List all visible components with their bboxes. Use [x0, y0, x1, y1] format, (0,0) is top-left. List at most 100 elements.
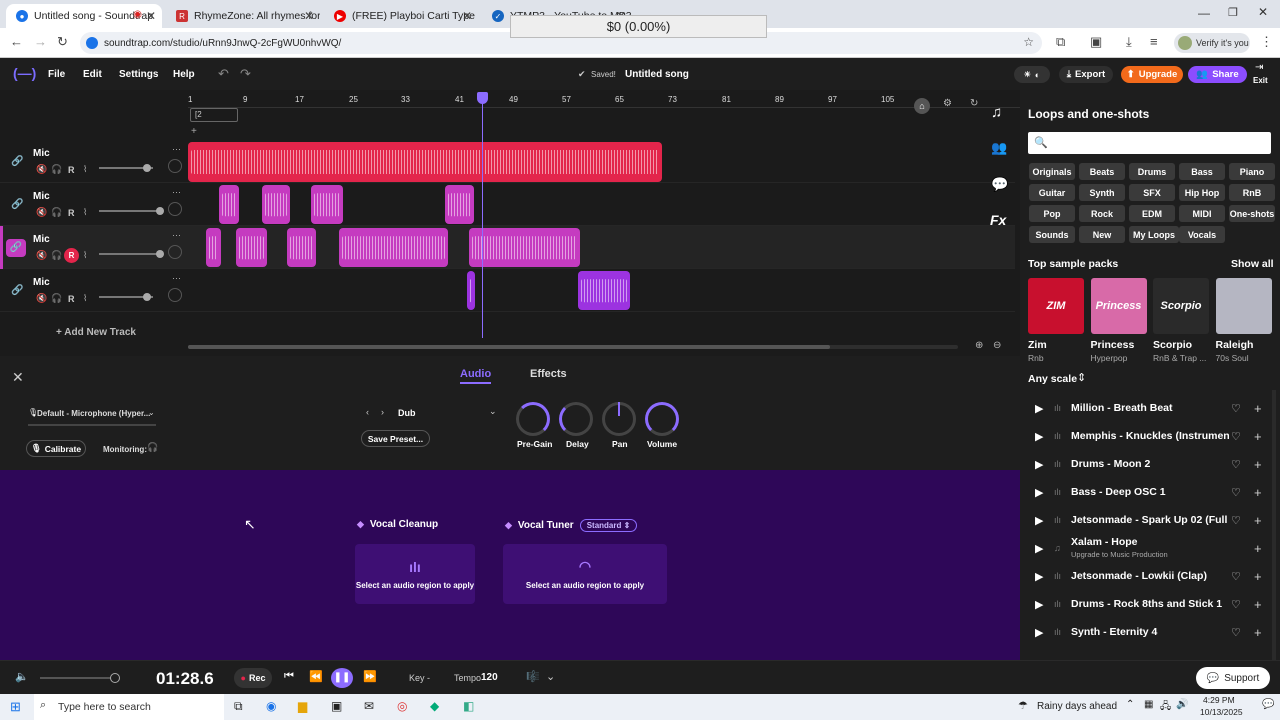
headphones-icon[interactable]: 🎧	[51, 164, 62, 175]
add-marker-icon[interactable]: +	[191, 126, 197, 137]
play-icon[interactable]: ▶	[1035, 626, 1043, 639]
play-icon[interactable]: ▶	[1035, 402, 1043, 415]
mute-icon[interactable]: 🔇	[36, 293, 47, 304]
volume-slider[interactable]	[99, 164, 153, 172]
rewind-icon[interactable]: ⏪	[309, 670, 323, 683]
pack-name[interactable]: Raleigh	[1216, 339, 1254, 351]
zoom-out-icon[interactable]: ⊖	[993, 340, 1001, 351]
automation-icon[interactable]: ⌇	[83, 293, 87, 304]
audio-clip[interactable]	[578, 271, 630, 310]
pause-button[interactable]: ❚❚	[331, 668, 353, 688]
volume-knob[interactable]	[645, 402, 679, 436]
speaker-icon[interactable]: 🔈	[15, 670, 29, 683]
loop-item[interactable]: ▶ ılı Bass - Deep OSC 1 ♡ +	[1020, 478, 1280, 506]
link-icon[interactable]: 🔗	[11, 199, 23, 210]
pre-gain-knob[interactable]	[516, 402, 550, 436]
audio-clip[interactable]	[236, 228, 267, 267]
category-chip[interactable]: Beats	[1079, 163, 1125, 180]
close-window-icon[interactable]: ✕	[1258, 5, 1268, 19]
support-button[interactable]: 💬 Support	[1196, 667, 1270, 689]
audio-clip[interactable]	[339, 228, 448, 267]
category-chip[interactable]: Synth	[1079, 184, 1125, 201]
category-chip[interactable]: Hip Hop	[1179, 184, 1225, 201]
horizontal-scrollbar[interactable]	[188, 345, 958, 349]
volume-icon[interactable]: 🔊	[1176, 699, 1188, 710]
add-icon[interactable]: +	[1254, 429, 1262, 444]
notifications-icon[interactable]: 💬	[1262, 699, 1274, 710]
audio-clip[interactable]	[469, 228, 580, 267]
chevron-down-icon[interactable]: ⌄	[148, 408, 155, 417]
volume-slider-handle[interactable]	[143, 293, 151, 301]
soundtrap-logo-icon[interactable]: (—)	[13, 65, 36, 81]
fx-icon[interactable]: Fx	[990, 212, 1006, 228]
category-chip[interactable]: New	[1079, 226, 1125, 243]
loop-item[interactable]: ▶ ılı Memphis - Knuckles (Instrumental) ♡ +	[1020, 422, 1280, 450]
master-volume-handle[interactable]	[110, 673, 120, 683]
track-row-selected[interactable]: 🔗 Mic ⋯ 🔇 🎧 R ⌇	[0, 226, 1015, 269]
pack-name[interactable]: Scorpio	[1153, 339, 1192, 351]
track-row[interactable]: 🔗 Mic ⋯ 🔇 🎧 R ⌇	[0, 183, 1015, 226]
category-chip[interactable]: Bass	[1179, 163, 1225, 180]
input-device-select[interactable]: Default - Microphone (Hyper...	[37, 409, 150, 418]
loop-item[interactable]: ▶ ılı Jetsonmade - Lowkii (Clap) ♡ +	[1020, 562, 1280, 590]
pack-cover[interactable]	[1215, 278, 1272, 334]
skip-to-start-icon[interactable]: ⏮	[284, 670, 294, 683]
audio-clip[interactable]	[188, 142, 662, 182]
zoom-in-icon[interactable]: ⊕	[975, 340, 983, 351]
track-name[interactable]: Mic	[33, 234, 50, 245]
playhead[interactable]	[482, 96, 483, 338]
headphones-icon[interactable]: 🎧	[51, 207, 62, 218]
media-icon[interactable]: ▣	[1090, 34, 1102, 50]
profile-button[interactable]: Verify it's you	[1174, 33, 1250, 53]
heart-icon[interactable]: ♡	[1231, 598, 1241, 611]
track-row[interactable]: 🔗 Mic ⋯ 🔇 🎧 R ⌇	[0, 140, 1015, 183]
track-header[interactable]: 🔗 Mic ⋯ 🔇 🎧 R ⌇	[0, 269, 186, 312]
gear-icon[interactable]: ⚙	[943, 98, 952, 109]
vocal-tuner-card[interactable]: ◠ Select an audio region to apply	[503, 544, 667, 604]
show-all-link[interactable]: Show all	[1231, 258, 1274, 270]
category-chip[interactable]: Pop	[1029, 205, 1075, 222]
export-button[interactable]: ⤓ Export	[1059, 66, 1113, 83]
task-view-icon[interactable]: ⧉	[234, 699, 243, 714]
add-icon[interactable]: +	[1254, 401, 1262, 416]
pan-knob[interactable]	[168, 288, 182, 302]
tray-app-icon[interactable]: ▦	[1144, 699, 1153, 710]
track-menu-icon[interactable]: ⋯	[172, 144, 181, 155]
play-icon[interactable]: ▶	[1035, 514, 1043, 527]
play-icon[interactable]: ▶	[1035, 570, 1043, 583]
close-panel-icon[interactable]: ✕	[12, 369, 24, 386]
heart-icon[interactable]: ♡	[1231, 626, 1241, 639]
collaborators-icon[interactable]: 👥	[991, 140, 1007, 156]
audio-clip[interactable]	[467, 271, 475, 310]
category-chip[interactable]: Drums	[1129, 163, 1175, 180]
timeline-ruler[interactable]: 1 9 17 25 33 41 49 57 65 73 81 89 97 105	[188, 90, 1020, 108]
clock-date[interactable]: 10/13/2025	[1200, 707, 1243, 717]
audio-clip[interactable]	[219, 185, 239, 224]
heart-icon[interactable]: ♡	[1231, 458, 1241, 471]
sort-arrows-icon[interactable]: ⇕	[1077, 371, 1086, 384]
menu-settings[interactable]: Settings	[119, 69, 158, 80]
taskbar-search[interactable]: ⌕ Type here to search	[34, 694, 224, 720]
category-chip[interactable]: Guitar	[1029, 184, 1075, 201]
tab-soundtrap[interactable]: ● Untitled song - Soundtrap ◉ ✕	[6, 4, 162, 28]
audio-clip[interactable]	[311, 185, 343, 224]
close-tab-icon[interactable]: ✕	[146, 9, 156, 23]
playhead-handle[interactable]	[477, 92, 488, 104]
back-icon[interactable]: ←	[10, 34, 23, 49]
edge-icon[interactable]: ◉	[266, 699, 276, 713]
minimize-icon[interactable]: —	[1198, 6, 1210, 20]
windows-start-icon[interactable]: ⊞	[10, 699, 21, 715]
calibrate-button[interactable]: 🎙 Calibrate	[26, 440, 86, 457]
weather-text[interactable]: Rainy days ahead	[1037, 701, 1117, 712]
track-header[interactable]: 🔗 Mic ⋯ 🔇 🎧 R ⌇	[0, 183, 186, 226]
headphones-icon[interactable]: 🎧	[51, 293, 62, 304]
add-icon[interactable]: +	[1254, 541, 1262, 556]
undo-icon[interactable]: ↶	[218, 66, 229, 82]
tempo-value[interactable]: 120	[481, 672, 498, 683]
vocal-cleanup-card[interactable]: ılı Select an audio region to apply	[355, 544, 475, 604]
add-new-track-button[interactable]: + Add New Track	[56, 327, 136, 338]
scale-select[interactable]: Any scale	[1028, 373, 1077, 385]
heart-icon[interactable]: ♡	[1231, 514, 1241, 527]
category-chip[interactable]: My Loops	[1129, 226, 1179, 243]
monitoring-toggle-icon[interactable]: 🎧	[147, 442, 158, 453]
